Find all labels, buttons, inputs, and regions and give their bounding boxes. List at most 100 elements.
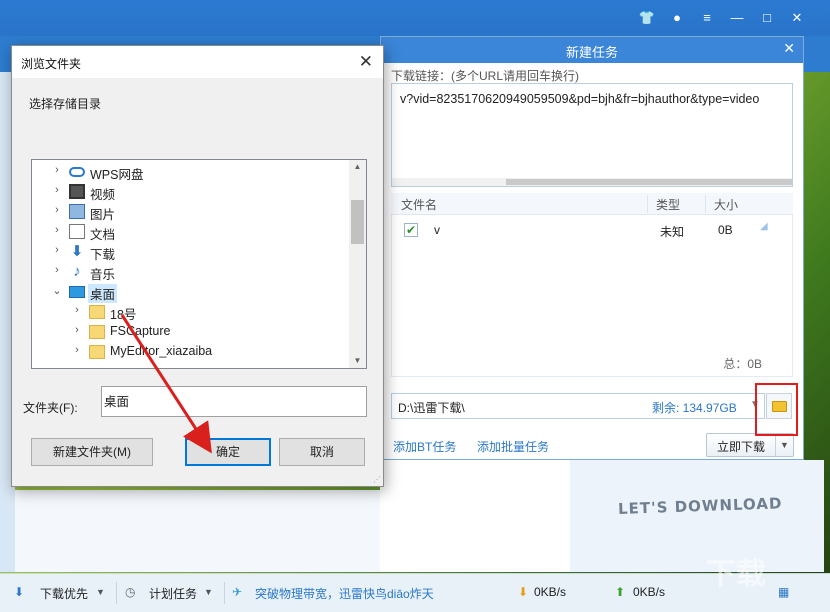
url-textarea[interactable]: v?vid=8235170620949059509&pd=bjh&fr=bjha… — [391, 83, 793, 187]
chevron-right-icon[interactable]: › — [52, 164, 62, 176]
scroll-down-icon[interactable]: ▼ — [349, 354, 366, 368]
tree-item-myeditor[interactable]: › MyEditor_xiazaiba — [32, 342, 350, 362]
chevron-down-icon[interactable]: ▼ — [750, 399, 760, 410]
new-folder-button[interactable]: 新建文件夹(M) — [31, 438, 153, 466]
tree-item-label: 音乐 — [90, 268, 116, 282]
free-space: 剩余: 134.97GB — [652, 401, 737, 415]
chevron-right-icon[interactable]: › — [72, 304, 82, 316]
add-batch-task-link[interactable]: 添加批量任务 — [477, 438, 549, 455]
add-bt-task-link[interactable]: 添加BT任务 — [393, 438, 456, 455]
chevron-right-icon[interactable]: › — [72, 344, 82, 356]
promo-panel — [570, 460, 824, 572]
tree-item-label: MyEditor_xiazaiba — [110, 344, 213, 358]
detail-area — [380, 460, 570, 572]
new-task-dialog: 新建任务 ✕ 下载链接：(多个URL请用回车换行) v?vid=82351706… — [380, 36, 804, 460]
folder-name-input[interactable]: 桌面 — [101, 386, 367, 417]
upload-speed-icon: ⬆ — [615, 585, 626, 599]
promo-link[interactable]: 突破物理带宽，迅雷快鸟diāo炸天 — [255, 585, 434, 602]
browse-title: 浏览文件夹 — [21, 57, 82, 71]
download-speed: 0KB/s — [534, 585, 567, 599]
tree-item-wps-cloud[interactable]: › WPS网盘 — [32, 162, 350, 182]
tree-item-desktop[interactable]: ⌄ 桌面 — [32, 282, 350, 303]
chevron-right-icon[interactable]: › — [52, 224, 62, 236]
file-checkbox[interactable]: ✔ — [404, 223, 418, 237]
column-separator — [647, 195, 648, 213]
chevron-down-icon[interactable]: ▼ — [775, 434, 793, 456]
ok-button[interactable]: 确定 — [185, 438, 271, 466]
file-list-header: 文件名 类型 大小 — [391, 193, 793, 215]
file-list: ✔ v 未知 0B ◢ 总：0B — [391, 215, 793, 377]
menu-icon[interactable]: ≡ — [698, 9, 716, 27]
browse-folder-button[interactable] — [766, 393, 792, 419]
browse-folder-dialog: 浏览文件夹 ✕ 选择存储目录 › WPS网盘 › 视频 › 图片 › 文档 › … — [11, 45, 384, 487]
music-folder-icon: ♪ — [73, 263, 81, 280]
column-header-type[interactable]: 类型 — [656, 196, 680, 213]
tree-item-pictures[interactable]: › 图片 — [32, 202, 350, 222]
close-icon[interactable]: ✕ — [783, 40, 795, 57]
video-folder-icon — [69, 184, 85, 199]
save-path: D:\迅雷下载\ — [398, 401, 465, 415]
column-header-name[interactable]: 文件名 — [401, 196, 437, 213]
file-name: v — [434, 223, 440, 237]
upload-speed: 0KB/s — [633, 585, 666, 599]
scrollbar-thumb[interactable] — [351, 200, 364, 244]
column-header-size[interactable]: 大小 — [714, 196, 738, 213]
chevron-down-icon[interactable]: ▼ — [204, 587, 213, 597]
resize-corner-icon: ◢ — [760, 221, 768, 232]
chevron-down-icon[interactable]: ⌄ — [52, 284, 62, 297]
tree-item-music[interactable]: › ♪ 音乐 — [32, 262, 350, 282]
cloud-icon — [69, 167, 85, 177]
scrollbar-thumb[interactable] — [506, 179, 792, 185]
maximize-icon[interactable]: □ — [758, 9, 776, 27]
resize-grip-icon[interactable]: ⋰ — [373, 475, 381, 484]
user-icon[interactable]: ● — [668, 9, 686, 27]
folder-field-label: 文件夹(F): — [23, 401, 78, 415]
download-priority-button[interactable]: 下载优先 — [40, 585, 88, 602]
tree-item-documents[interactable]: › 文档 — [32, 222, 350, 242]
tree-item-fscapture[interactable]: › FSCapture — [32, 322, 350, 342]
tree-vertical-scrollbar[interactable]: ▲ ▼ — [349, 160, 366, 368]
file-size: 0B — [718, 223, 733, 237]
total-size: 总：0B — [723, 357, 762, 371]
chevron-right-icon[interactable]: › — [72, 324, 82, 336]
url-text: v?vid=8235170620949059509&pd=bjh&fr=bjha… — [400, 92, 760, 106]
url-label: 下载链接：(多个URL请用回车换行) — [391, 69, 579, 83]
clock-icon: ◷ — [125, 585, 136, 599]
folder-icon — [89, 345, 105, 359]
scroll-up-icon[interactable]: ▲ — [349, 160, 366, 174]
chevron-right-icon[interactable]: › — [52, 264, 62, 276]
status-separator — [224, 582, 225, 604]
download-priority-icon: ⬇ — [14, 585, 25, 599]
chevron-right-icon[interactable]: › — [52, 204, 62, 216]
save-path-combobox[interactable]: D:\迅雷下载\ 剩余: 134.97GB ▼ — [391, 393, 765, 419]
url-horizontal-scrollbar[interactable] — [392, 178, 792, 186]
start-download-button[interactable]: 立即下载 ▼ — [706, 433, 794, 457]
instruction-text: 选择存储目录 — [29, 97, 102, 111]
tree-item-label: 视频 — [90, 188, 116, 202]
table-row[interactable]: ✔ v 未知 0B ◢ — [392, 215, 792, 243]
folder-name-value: 桌面 — [104, 395, 130, 409]
tree-item-label: 桌面 — [88, 284, 118, 303]
close-icon[interactable]: ✕ — [788, 9, 806, 27]
cancel-button[interactable]: 取消 — [279, 438, 365, 466]
download-speed-icon: ⬇ — [518, 585, 529, 599]
scheduled-tasks-button[interactable]: 计划任务 — [149, 585, 197, 602]
tree-item-folder-18[interactable]: › 18号 — [32, 302, 350, 322]
chevron-right-icon[interactable]: › — [52, 244, 62, 256]
desktop-icon — [69, 286, 85, 298]
tree-item-label: FSCapture — [110, 324, 171, 338]
new-task-titlebar: 新建任务 ✕ — [381, 37, 803, 63]
chevron-down-icon[interactable]: ▼ — [96, 587, 105, 597]
start-download-label: 立即下载 — [717, 440, 766, 454]
tree-item-downloads[interactable]: › ⬇ 下载 — [32, 242, 350, 262]
main-titlebar: 👕 ● ≡ — □ ✕ — [0, 0, 830, 36]
new-task-title: 新建任务 — [565, 45, 618, 60]
tree-item-videos[interactable]: › 视频 — [32, 182, 350, 202]
file-type: 未知 — [660, 225, 685, 239]
chevron-right-icon[interactable]: › — [52, 184, 62, 196]
close-icon[interactable]: ✕ — [359, 52, 373, 72]
window-mode-icon[interactable]: ▦ — [778, 585, 789, 599]
skin-shirt-icon[interactable]: 👕 — [638, 9, 656, 27]
folder-tree[interactable]: › WPS网盘 › 视频 › 图片 › 文档 › ⬇ 下载 › ♪ 音乐 ⌄ 桌… — [31, 159, 367, 369]
minimize-icon[interactable]: — — [728, 9, 746, 27]
